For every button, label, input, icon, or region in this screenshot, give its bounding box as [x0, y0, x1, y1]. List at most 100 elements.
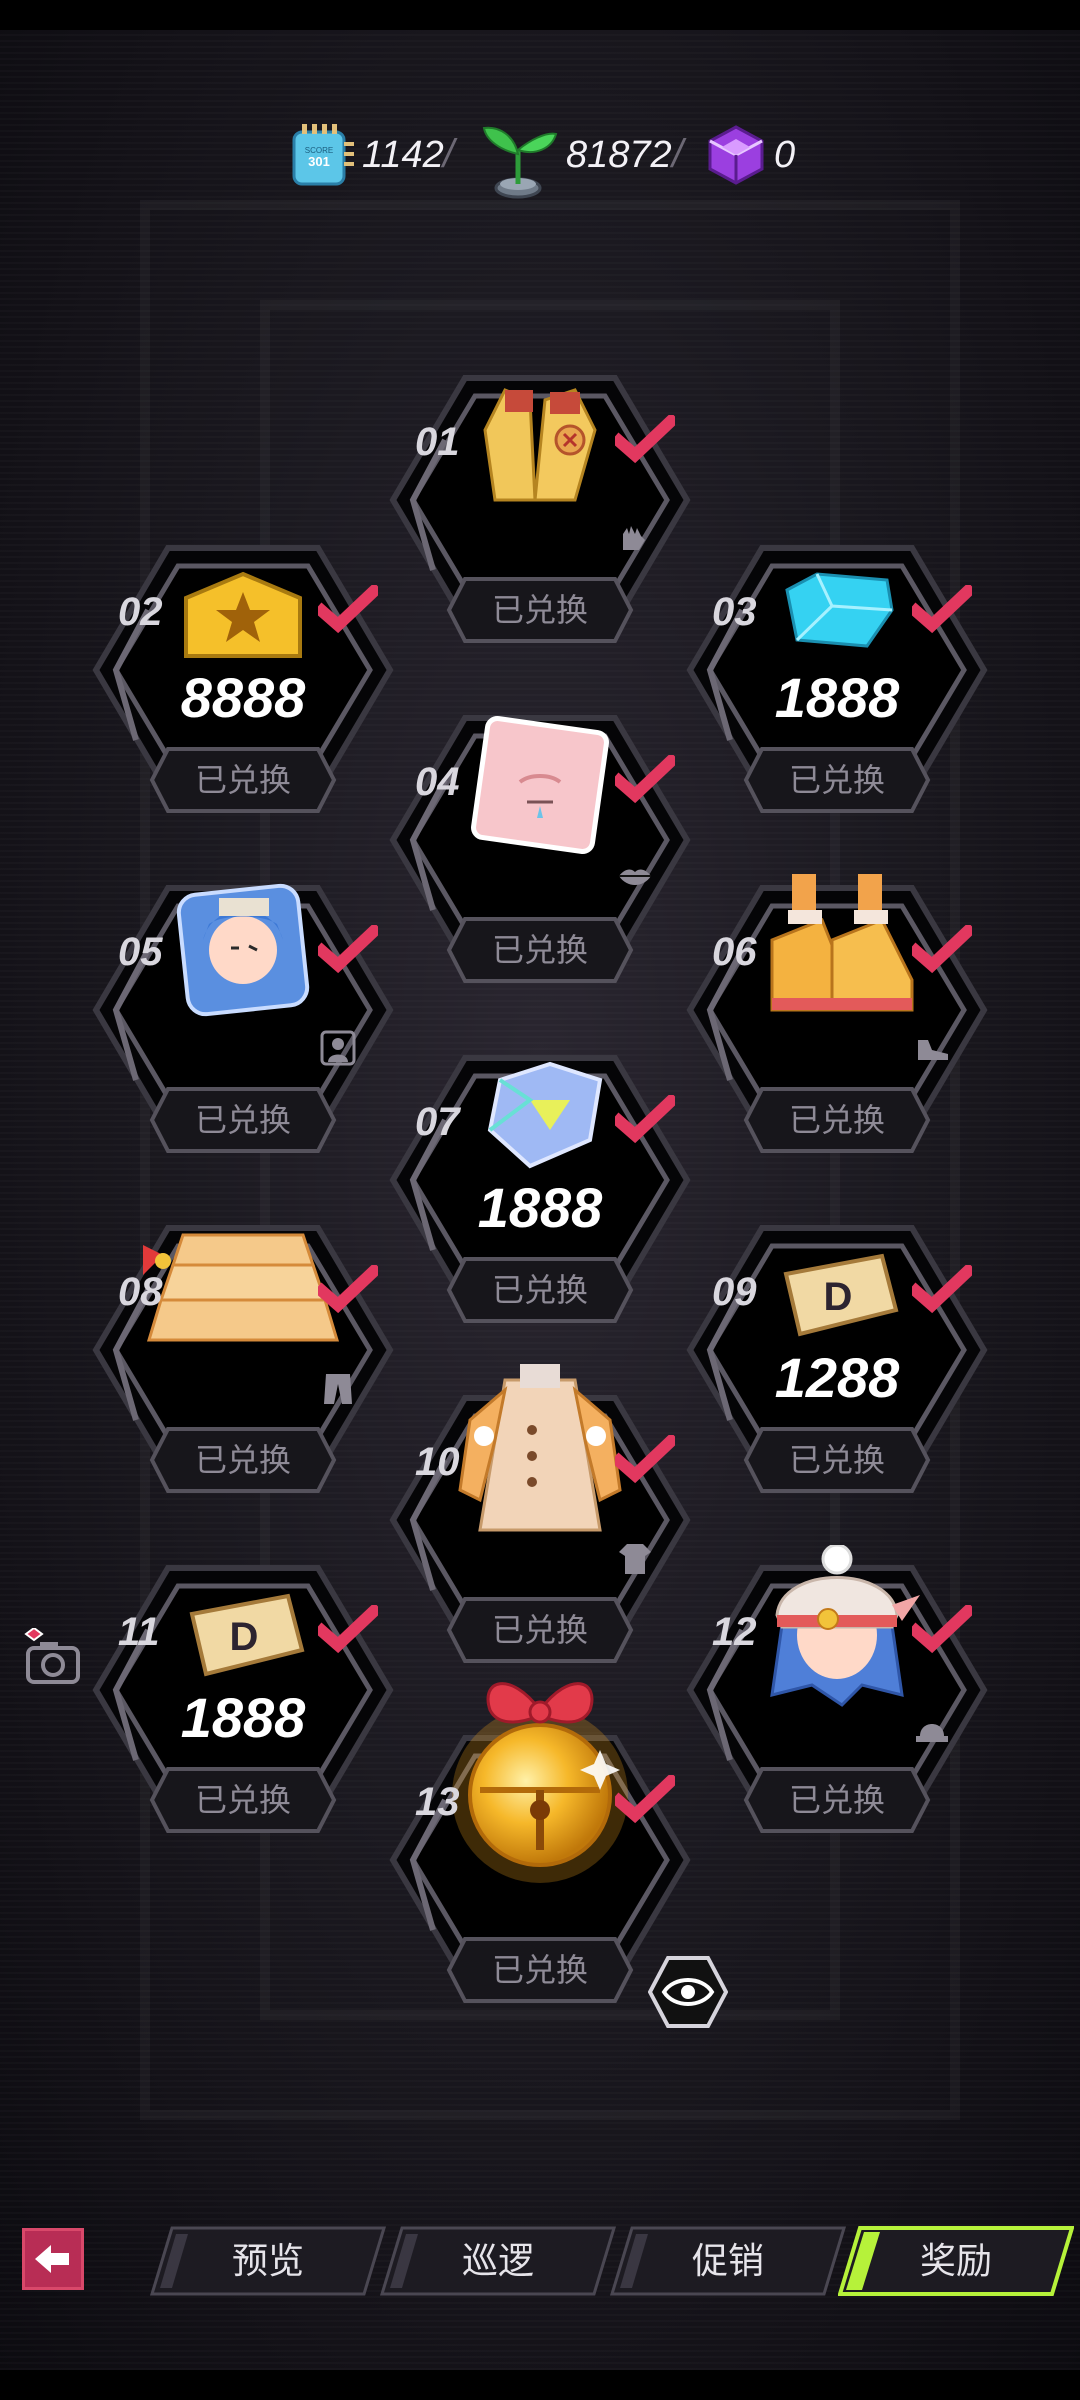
- sprout-value: 81872: [566, 133, 672, 176]
- reward-slot-05[interactable]: 05 已兑换: [88, 880, 398, 1170]
- reward-number: 10: [415, 1440, 460, 1484]
- claimed-check-icon: [615, 415, 675, 464]
- tab-rewards[interactable]: 奖励: [838, 2226, 1074, 2296]
- redeem-status-label: 已兑换: [194, 762, 291, 798]
- tab-label: 促销: [691, 2240, 764, 2281]
- coins-value: 1142: [362, 133, 444, 176]
- redeem-status-label: 已兑换: [788, 1782, 885, 1818]
- redeem-status-button[interactable]: 已兑换: [148, 745, 338, 815]
- reward-number: 02: [118, 590, 163, 634]
- reward-number: 05: [118, 930, 163, 974]
- currency-separator: /: [672, 132, 684, 176]
- portrait-icon: [320, 1030, 356, 1066]
- shoe-icon: [914, 1030, 950, 1066]
- reward-item-golden-bell: [440, 1660, 640, 1890]
- redeem-status-button[interactable]: 已兑换: [445, 575, 635, 645]
- redeem-status-button[interactable]: 已兑换: [148, 1765, 338, 1835]
- reward-item-beanie-hair: [752, 1543, 922, 1715]
- redeem-status-button[interactable]: 已兑换: [445, 915, 635, 985]
- claimed-check-icon: [912, 1605, 972, 1654]
- reward-number: 04: [415, 760, 460, 804]
- reward-slot-10[interactable]: 10 已兑换: [385, 1364, 695, 1680]
- reward-slot-01[interactable]: 01 已兑换: [385, 370, 695, 660]
- chip-number: 301: [308, 154, 330, 169]
- bottom-tabs: 预览 巡逻 促销 奖励: [0, 2220, 1080, 2300]
- redeem-status-button[interactable]: 已兑换: [445, 1255, 635, 1325]
- sprout-counter: 81872: [480, 110, 672, 200]
- reward-item-coat: [450, 1360, 630, 1540]
- redeem-status-label: 已兑换: [194, 1442, 291, 1478]
- reward-slot-02[interactable]: 02 8888 已兑换: [88, 540, 398, 830]
- redeem-status-button[interactable]: 已兑换: [742, 1425, 932, 1495]
- redeem-status-label: 已兑换: [788, 1102, 885, 1138]
- reward-amount: 1888: [774, 666, 900, 729]
- cube-counter: 0: [704, 110, 795, 200]
- redeem-status-button[interactable]: 已兑换: [445, 1595, 635, 1665]
- claimed-check-icon: [318, 1605, 378, 1654]
- redeem-status-label: 已兑换: [491, 592, 588, 628]
- lips-icon: [617, 860, 653, 896]
- claimed-check-icon: [318, 1265, 378, 1314]
- claimed-check-icon: [318, 925, 378, 974]
- reward-amount: 1288: [774, 1346, 900, 1409]
- claimed-check-icon: [615, 755, 675, 804]
- chip-coin-icon: SCORE 301: [292, 124, 354, 186]
- redeem-status-button[interactable]: 已兑换: [742, 1765, 932, 1835]
- reward-number: 11: [118, 1610, 160, 1654]
- reward-item-blue-gem: [777, 570, 897, 650]
- purple-cube-icon: [708, 125, 764, 185]
- redeem-status-button[interactable]: 已兑换: [445, 1935, 635, 2005]
- reward-slot-12[interactable]: 12 已兑换: [682, 1543, 992, 1850]
- reward-slot-04[interactable]: 04 已兑换: [385, 710, 695, 1000]
- reward-number: 01: [415, 420, 460, 464]
- claimed-check-icon: [912, 585, 972, 634]
- status-strip: [0, 0, 1080, 30]
- reward-number: 06: [712, 930, 757, 974]
- reward-item-d-ticket: D: [178, 1590, 308, 1680]
- reward-slot-08[interactable]: 08 已兑换: [88, 1220, 398, 1510]
- camera-icon: [24, 1626, 80, 1684]
- reward-amount: 1888: [477, 1176, 603, 1239]
- reward-item-avatar-frame: [173, 880, 313, 1020]
- tab-promotion[interactable]: 促销: [610, 2226, 846, 2296]
- claimed-check-icon: [615, 1775, 675, 1824]
- redeem-status-button[interactable]: 已兑换: [148, 1425, 338, 1495]
- reward-slot-03[interactable]: 03 1888 已兑换: [682, 540, 992, 830]
- reward-number: 13: [415, 1780, 460, 1824]
- glove-icon: [617, 520, 653, 556]
- tab-patrol[interactable]: 巡逻: [380, 2226, 616, 2296]
- redeem-status-button[interactable]: 已兑换: [742, 1085, 932, 1155]
- redeem-status-label: 已兑换: [491, 1612, 588, 1648]
- tab-preview[interactable]: 预览: [150, 2226, 386, 2296]
- reward-slot-09[interactable]: D 09 1288 已兑换: [682, 1220, 992, 1510]
- coins-counter: SCORE 301 1142: [288, 110, 444, 200]
- redeem-status-label: 已兑换: [788, 762, 885, 798]
- redeem-status-label: 已兑换: [491, 932, 588, 968]
- redeem-status-label: 已兑换: [788, 1442, 885, 1478]
- camera-button[interactable]: [18, 1626, 88, 1688]
- reward-slot-11[interactable]: D 11 1888 已兑换: [88, 1560, 398, 1850]
- claimed-check-icon: [912, 1265, 972, 1314]
- hat-icon: [914, 1710, 950, 1746]
- redeem-status-button[interactable]: 已兑换: [742, 745, 932, 815]
- reward-item-d-ticket: D: [772, 1250, 902, 1340]
- reward-item-face-sticker: [465, 710, 615, 860]
- redeem-status-label: 已兑换: [194, 1102, 291, 1138]
- reward-slot-07[interactable]: 07 1888 已兑换: [385, 1050, 695, 1340]
- reward-item-gloves: [475, 370, 605, 510]
- redeem-status-button[interactable]: 已兑换: [148, 1085, 338, 1155]
- tab-label: 巡逻: [461, 2240, 534, 2281]
- claimed-check-icon: [912, 925, 972, 974]
- redeem-status-label: 已兑换: [491, 1272, 588, 1308]
- redeem-status-label: 已兑换: [194, 1782, 291, 1818]
- reward-slot-06[interactable]: 06 已兑换: [682, 874, 992, 1170]
- sprout-icon: [482, 126, 558, 199]
- reward-number: 09: [712, 1270, 757, 1314]
- claimed-check-icon: [615, 1095, 675, 1144]
- pants-icon: [320, 1370, 356, 1406]
- reward-item-holo-gem: [470, 1060, 610, 1170]
- redeem-status-label: 已兑换: [491, 1952, 588, 1988]
- eye-icon: [647, 1956, 729, 2028]
- preview-eye-button[interactable]: [647, 1956, 729, 2028]
- reward-amount: 8888: [180, 666, 306, 729]
